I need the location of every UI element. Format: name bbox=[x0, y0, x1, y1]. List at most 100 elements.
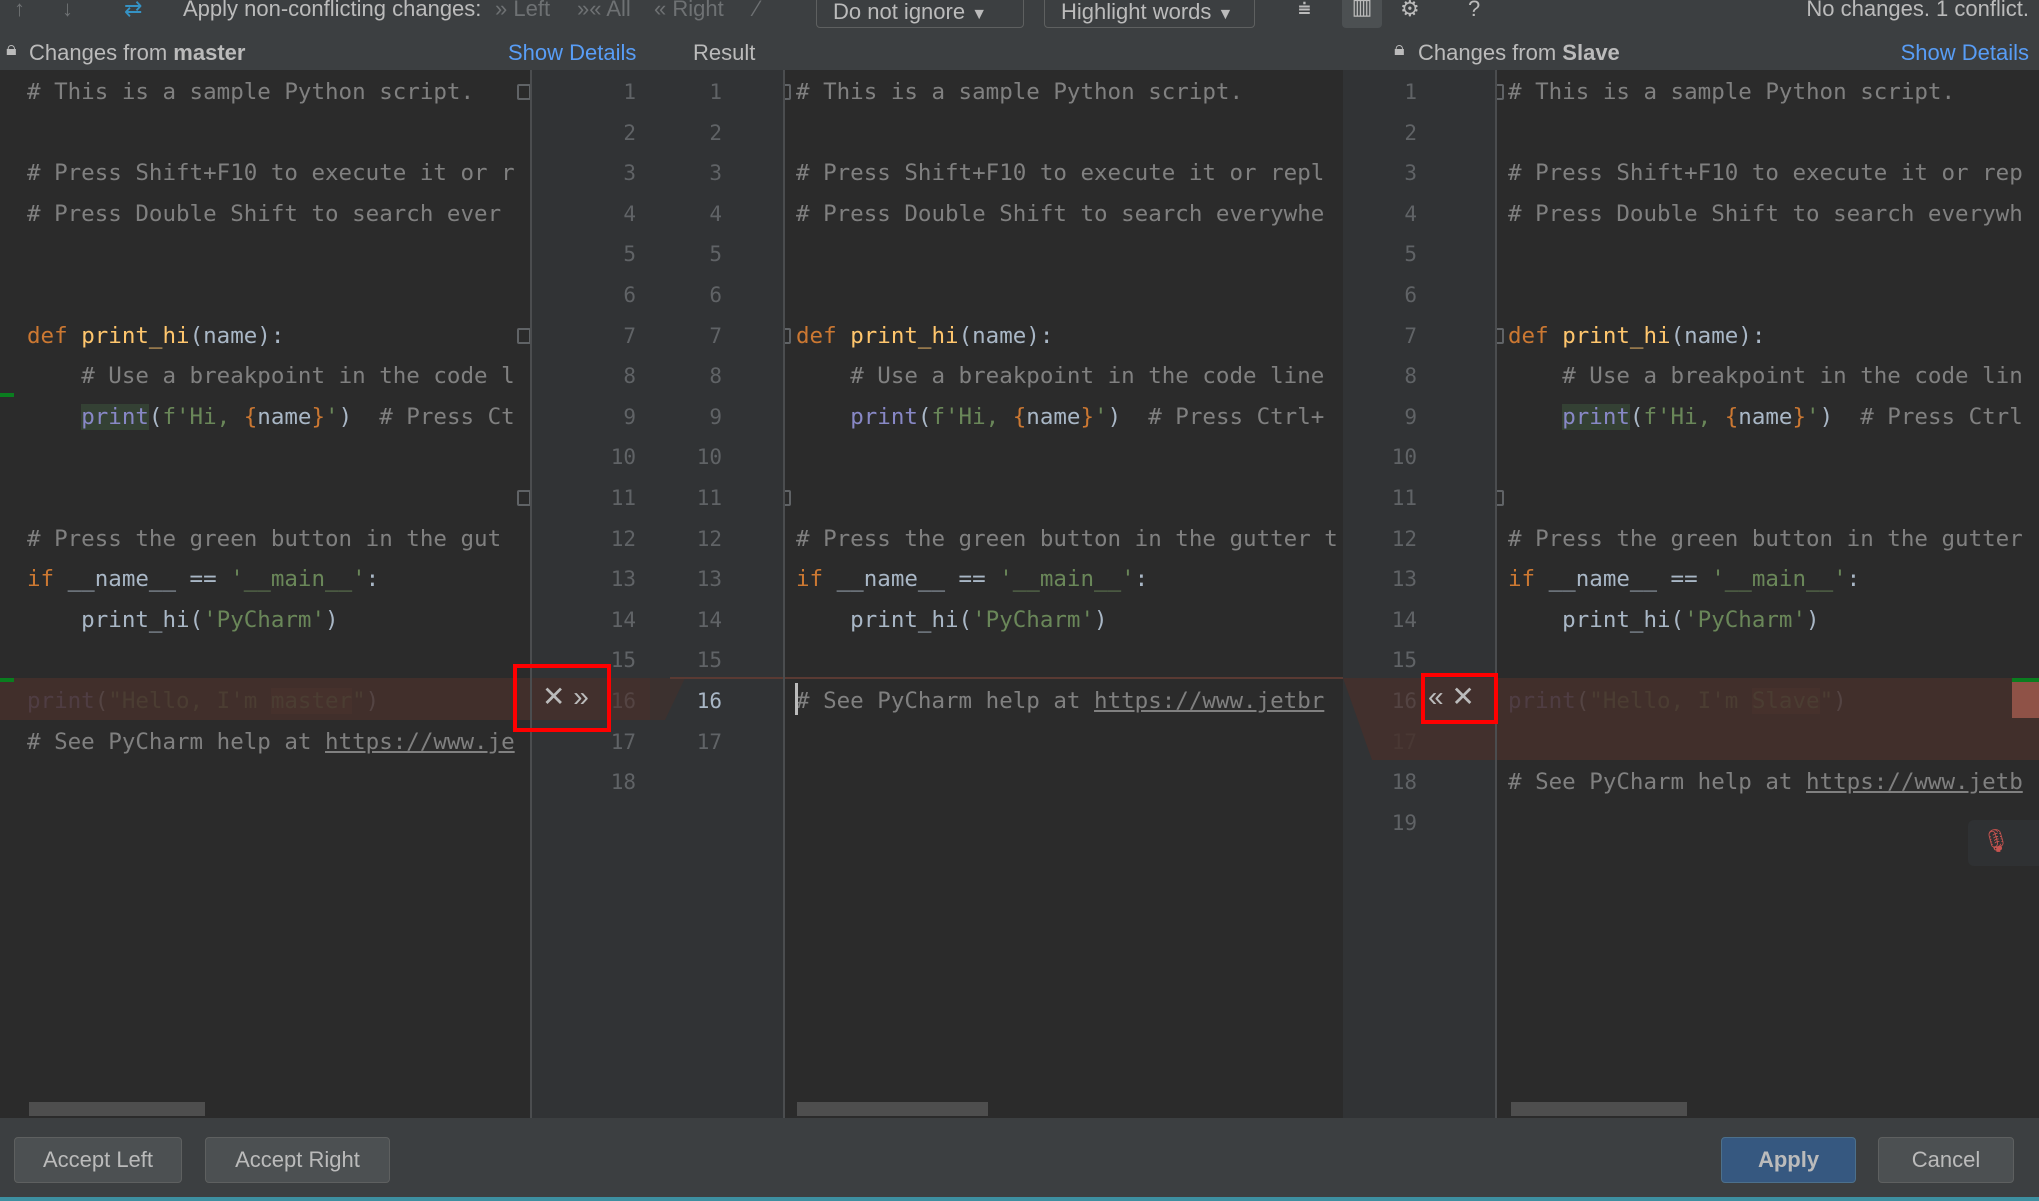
code-line: # Press Double Shift to search everywhe bbox=[796, 194, 1324, 235]
result-title: Result bbox=[693, 40, 756, 65]
left-horizontal-scrollbar[interactable] bbox=[29, 1102, 205, 1116]
left-editor[interactable]: # This is a sample Python script. # Press… bbox=[0, 70, 530, 1118]
code-token: (name): bbox=[958, 322, 1054, 349]
arrow-up-icon[interactable]: ↑ bbox=[14, 0, 25, 22]
apply-all-button[interactable]: »« All bbox=[577, 0, 631, 22]
line-number: 18 bbox=[610, 770, 636, 795]
line-number: 8 bbox=[709, 364, 722, 389]
result-horizontal-scrollbar[interactable] bbox=[797, 1102, 988, 1116]
line-number: 11 bbox=[1391, 486, 1417, 510]
code-line: def print_hi(name): bbox=[796, 316, 1053, 357]
code-token: def bbox=[1508, 322, 1563, 349]
code-token: ) bbox=[325, 606, 339, 633]
accept-right-button[interactable]: Accept Right bbox=[205, 1137, 390, 1183]
fold-marker-icon[interactable] bbox=[1497, 84, 1504, 100]
ignore-dropdown[interactable]: Do not ignore ▼ bbox=[816, 0, 1024, 28]
line-number: 16 bbox=[1391, 689, 1417, 713]
fold-marker-icon[interactable] bbox=[784, 84, 791, 100]
code-token: print_hi bbox=[1562, 322, 1671, 349]
sync-scroll-icon[interactable]: ▥ bbox=[1342, 0, 1382, 28]
left-show-details-link[interactable]: Show Details bbox=[508, 40, 636, 66]
right-divider bbox=[1495, 70, 1497, 1118]
line-number: 3 bbox=[1404, 161, 1417, 186]
right-actions-highlight-box bbox=[1421, 673, 1498, 724]
code-line: # See PyCharm help at https://www.jetbr bbox=[796, 681, 1324, 722]
help-icon[interactable]: ? bbox=[1468, 0, 1480, 22]
code-token: if bbox=[27, 566, 68, 593]
code-token: if bbox=[796, 566, 837, 593]
code-line: # This is a sample Python script. bbox=[1508, 72, 1955, 113]
fold-marker-icon[interactable] bbox=[517, 84, 530, 100]
code-line: def print_hi(name): bbox=[27, 316, 284, 357]
magic-resolve-icon[interactable]: ⇄ bbox=[124, 0, 142, 22]
line-number: 2 bbox=[1404, 120, 1417, 145]
right-show-details-link[interactable]: Show Details bbox=[1901, 40, 2029, 66]
highlight-dropdown[interactable]: Highlight words ▼ bbox=[1044, 0, 1255, 28]
code-token: def bbox=[27, 322, 82, 349]
apply-left-button[interactable]: » Left bbox=[495, 0, 550, 22]
code-token: # Press the green button in the gutter bbox=[1508, 525, 2023, 552]
code-token: ) bbox=[338, 403, 380, 430]
fold-marker-icon[interactable] bbox=[1497, 327, 1504, 344]
lock-icon: 🔒︎ bbox=[1394, 38, 1405, 60]
line-number: 1 bbox=[1404, 80, 1417, 104]
code-token: master bbox=[270, 688, 353, 714]
code-token: : bbox=[365, 566, 380, 593]
code-token: f'Hi, bbox=[162, 403, 244, 430]
fold-marker-icon[interactable] bbox=[784, 490, 791, 506]
line-number: 5 bbox=[709, 242, 722, 267]
right-horizontal-scrollbar[interactable] bbox=[1511, 1102, 1687, 1116]
code-line: print_hi('PyCharm') bbox=[27, 600, 339, 641]
apply-button[interactable]: Apply bbox=[1721, 1137, 1856, 1183]
line-number: 2 bbox=[623, 120, 636, 145]
code-token: ( bbox=[94, 688, 109, 714]
result-right-gutter: 1 2 3 4 5 6 7 8 9 10 11 12 13 14 15 16 17 18 19 bbox=[1343, 70, 1497, 1118]
right-branch-name: Slave bbox=[1562, 40, 1620, 65]
code-line: # Press the green button in the gutter t bbox=[796, 519, 1338, 560]
code-token: name bbox=[1026, 403, 1081, 430]
right-editor[interactable]: # This is a sample Python script. # Press… bbox=[1497, 70, 2039, 1118]
line-number: 10 bbox=[1391, 445, 1417, 470]
right-title-prefix: Changes from bbox=[1418, 40, 1563, 65]
code-line: print(f'Hi, {name}') # Press Ctrl+ bbox=[796, 397, 1324, 438]
apply-right-button[interactable]: « Right bbox=[654, 0, 724, 22]
magic-wand-icon[interactable]: ⁄ bbox=[755, 0, 759, 22]
code-token: " bbox=[1819, 688, 1834, 714]
collapse-icon[interactable]: ⩧ bbox=[1298, 0, 1311, 22]
mic-muted-icon[interactable]: 🎙︎ bbox=[1982, 828, 2010, 854]
code-token: ' bbox=[325, 403, 339, 430]
code-token: ( bbox=[1629, 403, 1644, 430]
line-number: 17 bbox=[1391, 729, 1417, 754]
left-result-gutter: 1 2 3 4 5 6 7 8 9 10 11 12 13 14 15 16 17 18 1 2 3 4 5 6 7 8 9 10 11… bbox=[530, 70, 784, 1118]
line-number: 5 bbox=[623, 242, 636, 267]
code-token: ) bbox=[1107, 403, 1149, 430]
fold-marker-icon[interactable] bbox=[517, 490, 530, 506]
arrow-down-icon[interactable]: ↓ bbox=[62, 0, 73, 22]
code-token: { bbox=[1012, 403, 1027, 430]
left-title-prefix: Changes from bbox=[29, 40, 174, 65]
code-line: if __name__ == '__main__': bbox=[27, 559, 379, 600]
code-token: '__main__' bbox=[999, 566, 1135, 593]
code-token: print bbox=[850, 403, 918, 430]
code-token: ( bbox=[148, 403, 163, 430]
line-number: 12 bbox=[610, 526, 636, 551]
line-number: 15 bbox=[696, 648, 722, 673]
fold-marker-icon[interactable] bbox=[1497, 490, 1504, 506]
code-token: '__main__' bbox=[1711, 566, 1847, 593]
fold-marker-icon[interactable] bbox=[784, 327, 791, 344]
fold-marker-icon[interactable] bbox=[517, 327, 530, 344]
highlight-dropdown-value: Highlight words bbox=[1061, 0, 1212, 24]
code-line: print_hi('PyCharm') bbox=[796, 600, 1107, 641]
code-token: # Press the green button in the gut bbox=[27, 525, 502, 552]
line-number: 6 bbox=[1404, 283, 1417, 307]
gear-icon[interactable]: ⚙ bbox=[1400, 0, 1420, 22]
accept-left-button[interactable]: Accept Left bbox=[14, 1137, 182, 1183]
code-line: print("Hello, I'm Slave") bbox=[1508, 681, 1847, 722]
result-editor[interactable]: # This is a sample Python script. # Press… bbox=[784, 70, 1343, 1118]
code-token: print_hi bbox=[81, 322, 190, 349]
line-number: 18 bbox=[1391, 770, 1417, 795]
code-token: # Use a breakpoint in the code lin bbox=[1562, 363, 2023, 390]
cancel-button[interactable]: Cancel bbox=[1878, 1137, 2014, 1183]
line-number: 7 bbox=[709, 323, 722, 348]
